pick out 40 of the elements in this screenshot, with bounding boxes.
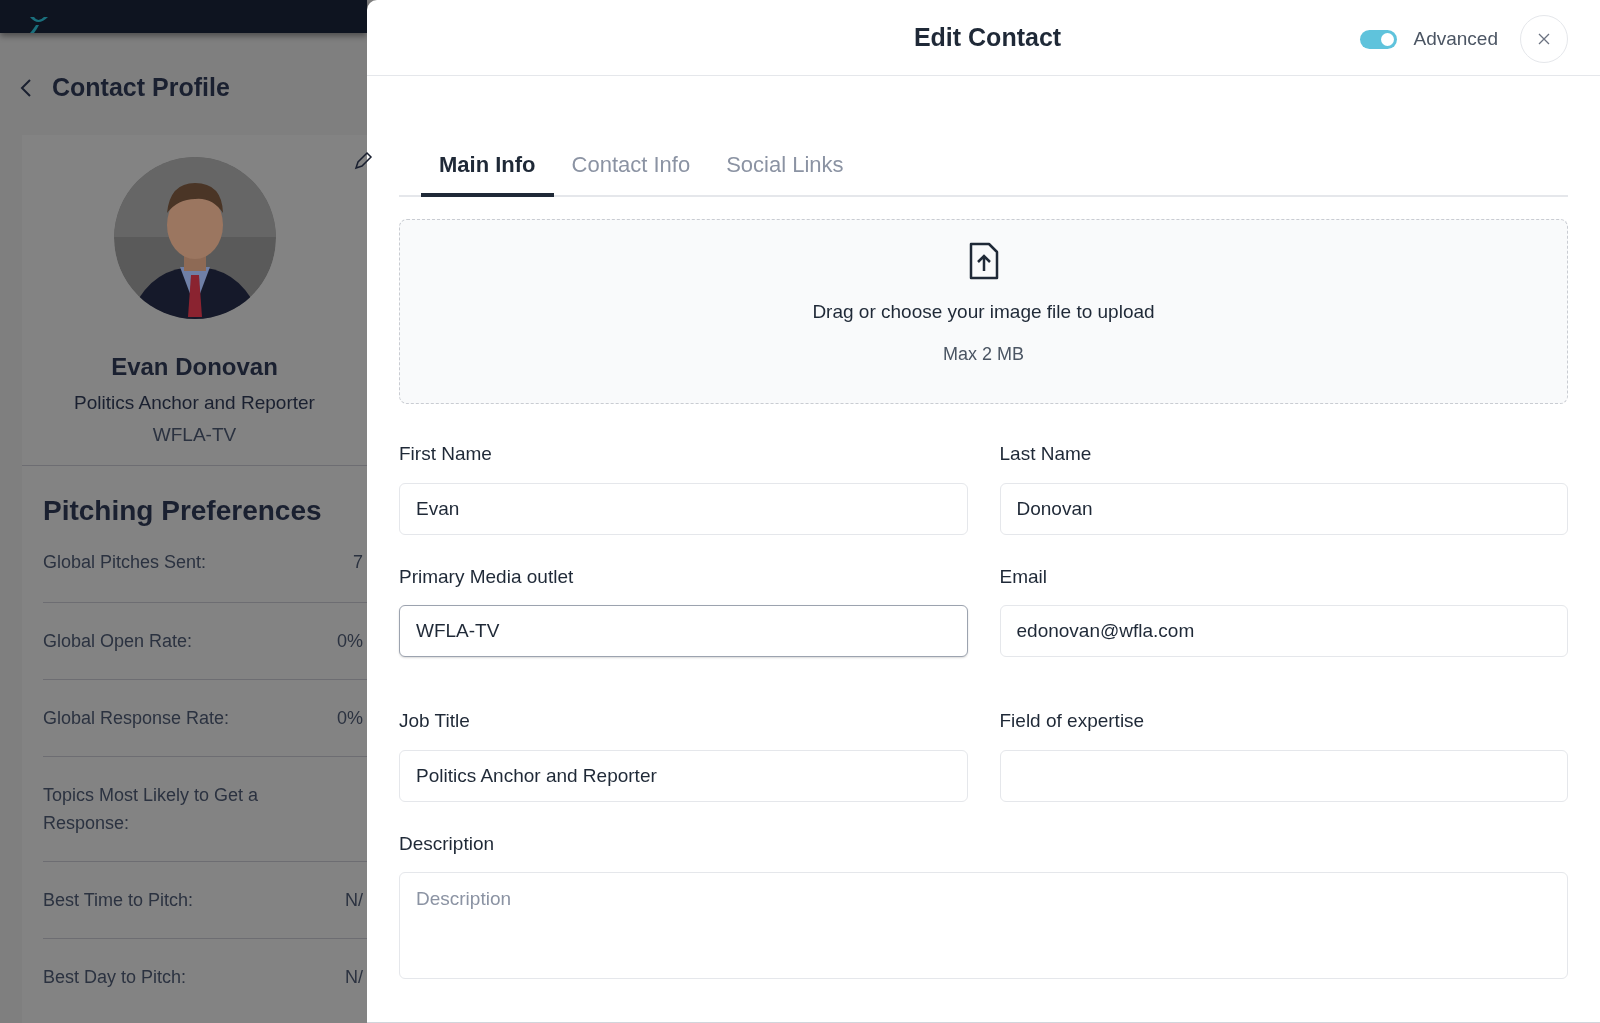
field-label: Email — [999, 564, 1048, 589]
upload-size-limit: Max 2 MB — [943, 342, 1024, 366]
field-label: Primary Media outlet — [399, 564, 575, 589]
stat-label: Best Time to Pitch: — [43, 888, 195, 912]
page-title: Contact Profile — [52, 72, 230, 103]
input-field[interactable]: Donovan — [999, 482, 1568, 535]
upload-dropzone[interactable]: Drag or choose your image file to upload Max 2 MB — [399, 219, 1568, 404]
stat-value: N/ — [345, 965, 363, 989]
stat-label: Best Day to Pitch: — [43, 965, 188, 989]
description-field[interactable]: Description — [399, 872, 1568, 979]
toggle-label: Advanced — [1413, 26, 1498, 51]
back-icon[interactable] — [20, 77, 32, 98]
input-field[interactable]: Politics Anchor and Reporter — [399, 749, 968, 802]
modal-title: Edit Contact — [913, 21, 1062, 53]
field-label: First Name — [399, 442, 493, 466]
stat-value: N/ — [345, 888, 363, 912]
stat-label: Global Open Rate: — [43, 629, 194, 653]
advanced-toggle[interactable] — [1360, 29, 1398, 49]
input-field[interactable]: Evan — [399, 482, 968, 535]
field-label: Last Name — [999, 442, 1093, 466]
file-upload-icon — [968, 242, 999, 280]
upload-instruction: Drag or choose your image file to upload — [812, 300, 1155, 324]
input-field[interactable]: edonovan@wfla.com — [999, 605, 1568, 657]
field-label: Field of expertise — [999, 709, 1146, 733]
stat-label: Global Response Rate: — [43, 706, 231, 730]
stat-value: 0% — [337, 629, 363, 653]
field-label: Job Title — [399, 709, 471, 733]
field-label: Description — [399, 831, 496, 856]
input-field[interactable]: WFLA-TV — [399, 605, 968, 657]
stat-label: Topics Most Likely to Get a Response: — [43, 783, 260, 835]
contact-outlet: WFLA-TV — [152, 423, 237, 447]
close-icon — [1538, 33, 1550, 45]
stat-value: 7 — [353, 550, 363, 574]
tab[interactable]: Main Info — [421, 148, 554, 197]
contact-job-title: Politics Anchor and Reporter — [74, 390, 315, 415]
contact-name: Evan Donovan — [111, 351, 278, 382]
section-title: Pitching Preferences — [43, 493, 323, 528]
edit-icon[interactable] — [353, 150, 373, 171]
stat-label: Global Pitches Sent: — [43, 550, 208, 574]
stat-value: 0% — [337, 706, 363, 730]
